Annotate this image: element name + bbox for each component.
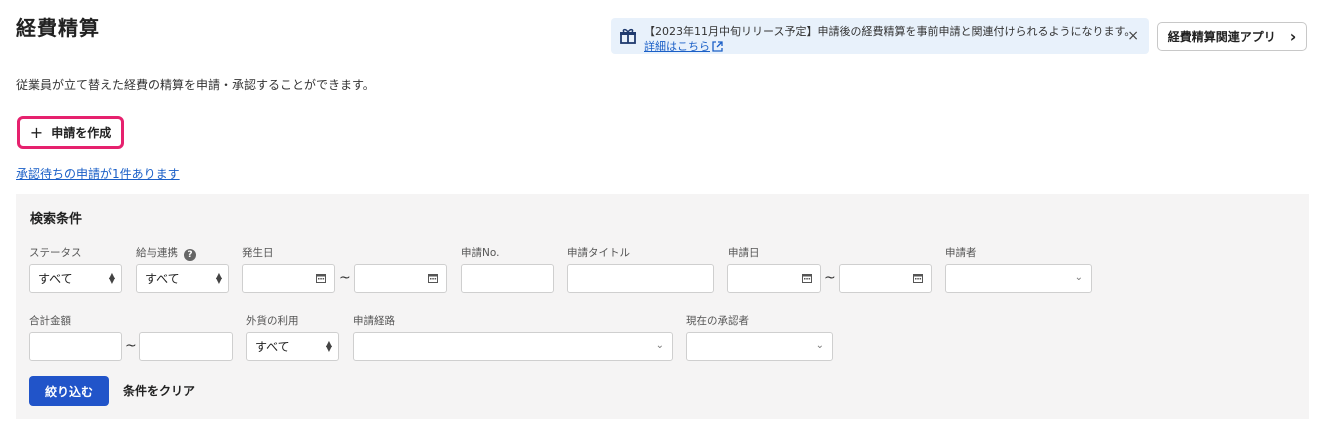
total-amount-from-input[interactable] bbox=[29, 332, 122, 361]
calendar-icon bbox=[913, 274, 923, 283]
application-date-label: 申請日 bbox=[728, 247, 760, 259]
chevron-right-icon: › bbox=[1289, 27, 1297, 46]
occurred-date-from-input[interactable] bbox=[242, 264, 335, 293]
current-approver-label: 現在の承認者 bbox=[686, 315, 749, 327]
chevron-down-icon: ⌄ bbox=[815, 340, 824, 351]
range-tilde: ~ bbox=[125, 338, 137, 354]
calendar-icon bbox=[428, 274, 438, 283]
range-tilde: ~ bbox=[824, 270, 836, 286]
status-label: ステータス bbox=[29, 247, 82, 259]
updown-arrow-icon: ▲ ▼ bbox=[215, 271, 222, 285]
create-application-button[interactable]: + 申請を作成 bbox=[17, 116, 124, 149]
current-approver-select[interactable]: ⌄ bbox=[686, 332, 833, 361]
create-application-label: 申請を作成 bbox=[51, 126, 112, 140]
application-title-input[interactable] bbox=[567, 264, 714, 293]
application-no-input[interactable] bbox=[461, 264, 554, 293]
related-apps-button[interactable]: 経費精算関連アプリ › bbox=[1157, 22, 1307, 51]
search-panel: 検索条件 ステータス 給与連携? 発生日 申請No. 申請タイトル 申請日 申請… bbox=[16, 194, 1309, 419]
applicant-label: 申請者 bbox=[945, 247, 977, 259]
updown-arrow-icon: ▲ ▼ bbox=[325, 339, 332, 353]
filter-button[interactable]: 絞り込む bbox=[29, 376, 109, 406]
clear-conditions-button[interactable]: 条件をクリア bbox=[123, 382, 195, 399]
release-notice-banner: 【2023年11月中旬リリース予定】申請後の経費精算を事前申請と関連付けられるよ… bbox=[611, 18, 1149, 54]
calendar-icon bbox=[316, 274, 326, 283]
application-date-to-input[interactable] bbox=[839, 264, 932, 293]
range-tilde: ~ bbox=[339, 270, 351, 286]
external-link-icon bbox=[712, 41, 723, 52]
page-description: 従業員が立て替えた経費の精算を申請・承認することができます。 bbox=[16, 78, 375, 92]
calendar-icon bbox=[802, 274, 812, 283]
help-icon[interactable]: ? bbox=[184, 249, 196, 261]
close-icon[interactable]: × bbox=[1127, 28, 1139, 44]
total-amount-label: 合計金額 bbox=[29, 315, 71, 327]
applicant-select[interactable]: ⌄ bbox=[945, 264, 1092, 293]
total-amount-to-input[interactable] bbox=[139, 332, 233, 361]
foreign-currency-select[interactable]: すべて ▲ ▼ bbox=[246, 332, 339, 361]
notice-details-link[interactable]: 詳細はこちら bbox=[644, 38, 723, 54]
payroll-select[interactable]: すべて ▲ ▼ bbox=[136, 264, 229, 293]
notice-message: 【2023年11月中旬リリース予定】申請後の経費精算を事前申請と関連付けられるよ… bbox=[644, 25, 1136, 38]
updown-arrow-icon: ▲ ▼ bbox=[108, 271, 115, 285]
foreign-currency-label: 外貨の利用 bbox=[246, 315, 299, 327]
plus-icon: + bbox=[29, 122, 44, 142]
application-no-label: 申請No. bbox=[461, 247, 500, 259]
chevron-down-icon: ⌄ bbox=[1074, 272, 1083, 283]
gift-icon bbox=[620, 28, 636, 44]
chevron-down-icon: ⌄ bbox=[655, 340, 664, 351]
application-date-from-input[interactable] bbox=[727, 264, 821, 293]
payroll-label: 給与連携? bbox=[136, 245, 196, 261]
status-select[interactable]: すべて ▲ ▼ bbox=[29, 264, 122, 293]
occurred-date-to-input[interactable] bbox=[354, 264, 447, 293]
route-label: 申請経路 bbox=[353, 315, 395, 327]
occurred-date-label: 発生日 bbox=[242, 247, 274, 259]
page-title: 経費精算 bbox=[16, 16, 100, 40]
search-panel-title: 検索条件 bbox=[30, 212, 83, 227]
related-apps-label: 経費精算関連アプリ bbox=[1167, 30, 1276, 44]
application-title-label: 申請タイトル bbox=[567, 247, 630, 259]
route-select[interactable]: ⌄ bbox=[353, 332, 673, 361]
pending-approvals-link[interactable]: 承認待ちの申請が1件あります bbox=[16, 165, 180, 182]
